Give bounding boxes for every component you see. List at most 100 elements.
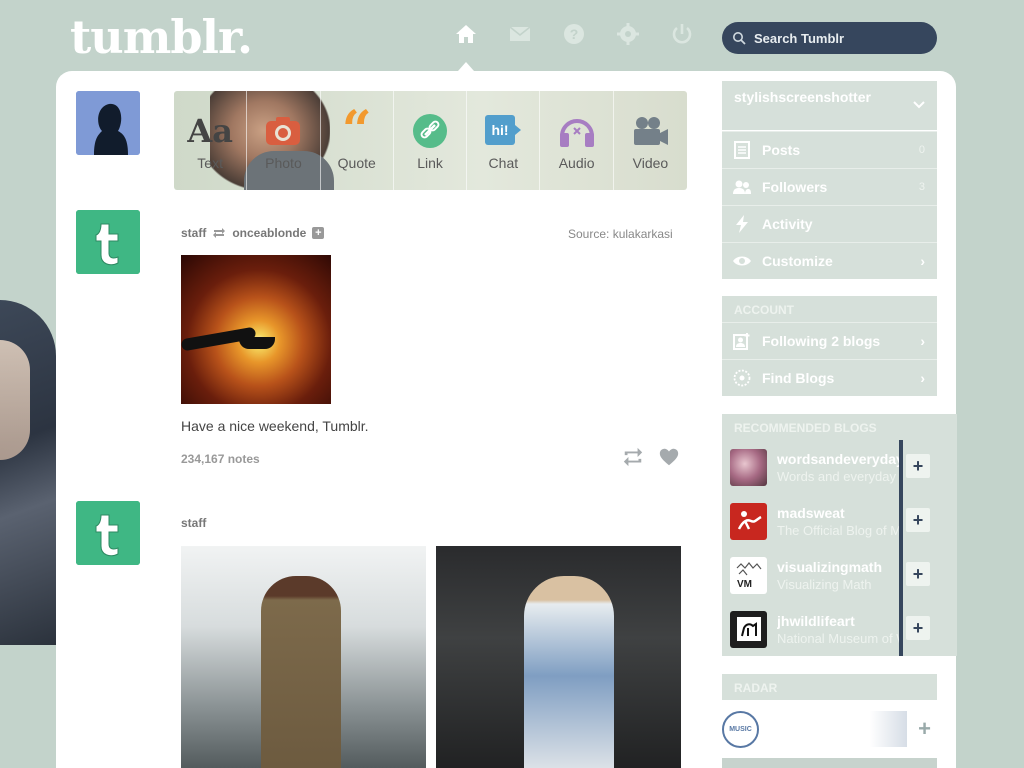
blog-name: wordsandeveryday: [777, 450, 902, 467]
lightning-icon: [732, 214, 752, 234]
tumblr-logo[interactable]: tumblr.: [70, 10, 253, 64]
chevron-right-icon: ›: [920, 333, 925, 349]
blog-name: madsweat: [777, 504, 845, 521]
document-icon: [732, 140, 752, 160]
sidebar-item-customize[interactable]: Customize ›: [722, 242, 937, 279]
recommended-blog-item[interactable]: jhwildlifeart National Museum of W +: [722, 602, 957, 656]
photo-sunglasses: [239, 337, 275, 349]
settings-icon[interactable]: [612, 18, 644, 50]
camera-icon: [264, 111, 302, 151]
reblog-icon[interactable]: [622, 446, 644, 468]
post-avatar[interactable]: [76, 210, 140, 274]
post-author-link[interactable]: staff: [181, 226, 206, 240]
sidebar-item-activity[interactable]: Activity: [722, 205, 937, 242]
reblog-small-icon: [213, 228, 226, 238]
divider: [899, 602, 903, 656]
post-type-label: Photo: [265, 154, 302, 171]
post-caption: Have a nice weekend, Tumblr.: [181, 418, 369, 434]
blog-description: National Museum of W: [777, 630, 902, 646]
sidebar-item-find-blogs[interactable]: Find Blogs ›: [722, 359, 937, 396]
sidebar-item-label: Find Blogs: [762, 370, 835, 386]
post-photo[interactable]: [181, 255, 331, 404]
follow-button[interactable]: +: [906, 616, 930, 640]
blog-description: Words and everyday: [777, 468, 896, 484]
blog-menu: Posts 0 Followers 3 Activity Customize ›: [722, 131, 937, 279]
search-input[interactable]: [754, 30, 924, 46]
sidebar-item-count: 3: [918, 181, 925, 193]
help-icon[interactable]: ?: [558, 18, 590, 50]
post-header: staff onceablonde +: [181, 226, 325, 240]
post-text-button[interactable]: Aa Text: [174, 91, 248, 190]
blog-name: visualizingmath: [777, 558, 883, 575]
radar-item[interactable]: MUSIC +: [722, 708, 937, 750]
top-nav: ?: [450, 18, 698, 50]
blog-selector[interactable]: stylishscreenshotter: [722, 81, 937, 130]
sidebar-item-posts[interactable]: Posts 0: [722, 131, 937, 168]
sidebar-item-label: Posts: [762, 142, 801, 158]
recommended-blogs: RECOMMENDED BLOGS wordsandeveryday Words…: [722, 414, 957, 656]
photo-model: [524, 576, 614, 768]
post-photo[interactable]: [181, 546, 426, 768]
follow-button[interactable]: +: [906, 562, 930, 586]
blog-description: Visualizing Math: [777, 576, 872, 592]
chevron-right-icon: ›: [920, 370, 925, 386]
source-link[interactable]: kulakarkasi: [613, 227, 673, 241]
search-box[interactable]: [722, 22, 937, 54]
chevron-down-icon: [913, 101, 925, 109]
post-author-link[interactable]: staff: [181, 516, 206, 530]
section-heading: ACCOUNT: [734, 303, 794, 317]
blog-avatar: VM: [730, 556, 767, 594]
follow-button[interactable]: +: [906, 508, 930, 532]
divider: [899, 494, 903, 548]
recommended-blog-item[interactable]: VM visualizingmath Visualizing Math +: [722, 548, 957, 602]
divider: [899, 440, 903, 494]
post-audio-button[interactable]: Audio: [540, 91, 614, 190]
recommended-blog-item[interactable]: madsweat The Official Blog of M +: [722, 494, 957, 548]
post-type-bar: Aa Text Photo “ Quote Link hi! Chat Audi…: [174, 91, 687, 190]
sidebar-item-following[interactable]: Following 2 blogs ›: [722, 322, 937, 359]
follow-button[interactable]: +: [918, 716, 931, 742]
tumblr-t-icon: [76, 210, 140, 274]
post-notes[interactable]: 234,167 notes: [181, 452, 260, 466]
background-image: [0, 300, 56, 645]
sidebar-item-count: 0: [918, 144, 925, 156]
blog-avatar: [730, 610, 767, 648]
home-icon[interactable]: [450, 18, 482, 50]
post-avatar[interactable]: [76, 501, 140, 565]
power-icon[interactable]: [666, 18, 698, 50]
chevron-right-icon: ›: [920, 253, 925, 269]
post-link-button[interactable]: Link: [394, 91, 468, 190]
post-type-label: Text: [197, 154, 223, 171]
mail-icon[interactable]: [504, 18, 536, 50]
section-heading: RADAR: [734, 681, 778, 695]
post-chat-button[interactable]: hi! Chat: [467, 91, 541, 190]
post-actions: [622, 446, 680, 468]
post-photo[interactable]: [436, 546, 681, 768]
recommended-blog-item[interactable]: wordsandeveryday Words and everyday +: [722, 440, 957, 494]
follow-button[interactable]: +: [906, 454, 930, 478]
tumblr-t-icon: [76, 501, 140, 565]
post-quote-button[interactable]: “ Quote: [321, 91, 394, 190]
headphones-icon: [557, 111, 597, 151]
post-type-label: Audio: [558, 154, 595, 171]
sidebar-item-label: Following 2 blogs: [762, 333, 881, 349]
blog-description: The Official Blog of M: [777, 522, 902, 538]
post-photo-button[interactable]: Photo: [247, 91, 321, 190]
post-type-label: Chat: [488, 154, 519, 171]
compass-icon: [732, 368, 752, 388]
follow-plus-icon[interactable]: +: [312, 227, 325, 239]
radar-section: RADAR: [722, 674, 937, 700]
text-icon: Aa: [187, 111, 233, 150]
reblog-source-link[interactable]: onceablonde: [232, 226, 306, 240]
user-avatar[interactable]: [76, 91, 140, 155]
sidebar-item-followers[interactable]: Followers 3: [722, 168, 937, 205]
post-type-label: Quote: [337, 154, 376, 171]
radar-post-preview: [722, 758, 937, 768]
like-heart-icon[interactable]: [658, 446, 680, 468]
blog-name: stylishscreenshotter: [734, 89, 871, 105]
blog-avatar: [730, 448, 767, 486]
radar-preview: [782, 711, 907, 747]
post-video-button[interactable]: Video: [614, 91, 687, 190]
post-source: Source: kulakarkasi: [568, 227, 673, 241]
people-icon: [732, 177, 752, 197]
